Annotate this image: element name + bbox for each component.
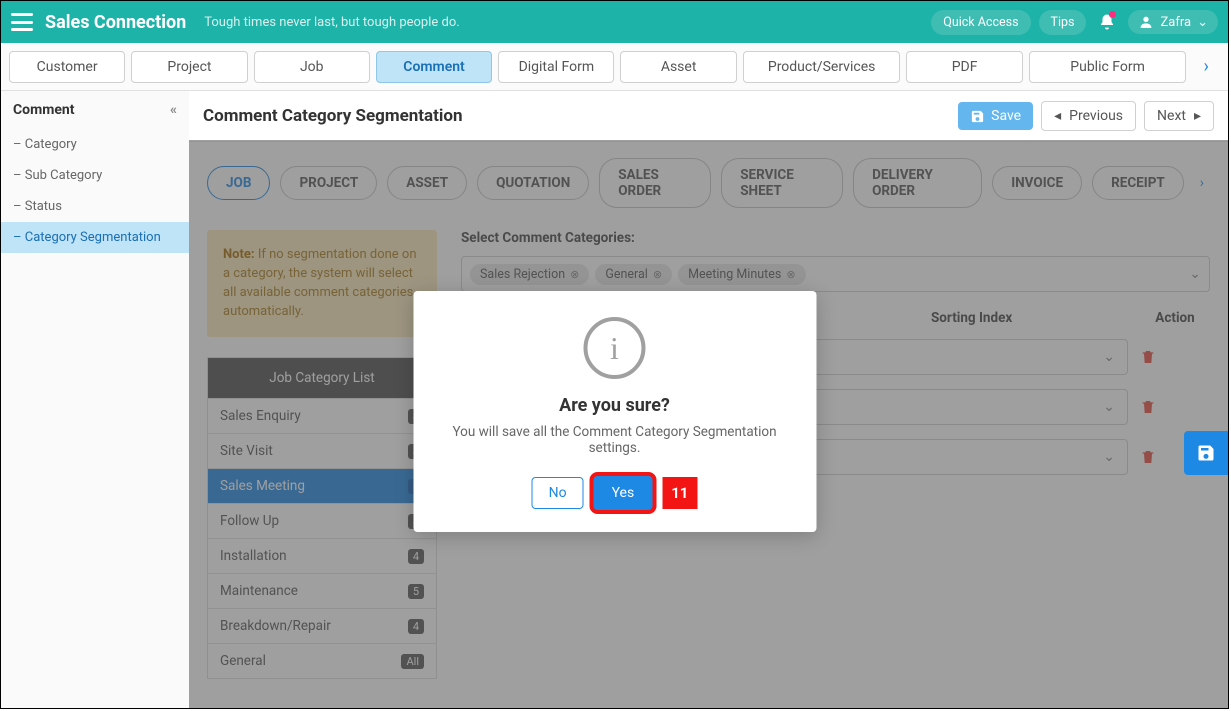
modal-subtitle: You will save all the Comment Category S…: [437, 424, 792, 456]
tips-button[interactable]: Tips: [1039, 10, 1087, 35]
module-tab-customer[interactable]: Customer: [9, 51, 125, 83]
quick-access-button[interactable]: Quick Access: [931, 10, 1030, 35]
confirm-modal: i Are you sure? You will save all the Co…: [413, 291, 816, 532]
annotation-marker: 11: [662, 477, 697, 509]
save-button[interactable]: Save: [958, 102, 1033, 130]
module-tab-public-form[interactable]: Public Form: [1029, 51, 1187, 83]
module-tab-digital-form[interactable]: Digital Form: [498, 51, 614, 83]
nav-item-sub-category[interactable]: – Sub Category: [1, 160, 189, 191]
module-tab-job[interactable]: Job: [254, 51, 370, 83]
app-brand: Sales Connection: [45, 12, 186, 33]
module-tab-product-services[interactable]: Product/Services: [743, 51, 901, 83]
collapse-nav-icon[interactable]: «: [170, 102, 177, 118]
module-tab-comment[interactable]: Comment: [376, 51, 492, 83]
nav-item-category-segmentation[interactable]: – Category Segmentation: [1, 222, 189, 253]
modal-yes-button[interactable]: Yes: [594, 476, 653, 510]
nav-item-status[interactable]: – Status: [1, 191, 189, 222]
hamburger-icon[interactable]: [11, 13, 33, 31]
save-icon: [970, 109, 985, 124]
module-tab-project[interactable]: Project: [131, 51, 247, 83]
user-icon: [1138, 14, 1154, 30]
module-tab-pdf[interactable]: PDF: [906, 51, 1022, 83]
previous-button[interactable]: ◂ Previous: [1041, 101, 1136, 131]
nav-item-category[interactable]: – Category: [1, 129, 189, 160]
left-nav-title: Comment: [13, 102, 74, 118]
user-name: Zafra: [1160, 15, 1191, 30]
save-icon: [1196, 443, 1216, 463]
app-tagline: Tough times never last, but tough people…: [204, 15, 459, 30]
next-button[interactable]: Next ▸: [1144, 101, 1214, 131]
notifications-button[interactable]: [1094, 9, 1120, 35]
chevron-down-icon: ⌄: [1197, 15, 1208, 30]
modal-title: Are you sure?: [437, 395, 792, 416]
user-menu[interactable]: Zafra ⌄: [1128, 10, 1218, 34]
modal-no-button[interactable]: No: [532, 477, 584, 509]
module-scroll-right-button[interactable]: ›: [1192, 52, 1220, 82]
page-title: Comment Category Segmentation: [203, 106, 463, 126]
floating-save-button[interactable]: [1184, 431, 1228, 475]
info-icon: i: [584, 317, 646, 379]
top-bar: Sales Connection Tough times never last,…: [1, 1, 1228, 43]
left-nav: Comment « – Category – Sub Category – St…: [1, 91, 189, 708]
chevron-right-icon: ▸: [1194, 108, 1201, 124]
module-tabs-row: Customer Project Job Comment Digital For…: [1, 43, 1228, 91]
chevron-left-icon: ◂: [1054, 108, 1061, 124]
module-tab-asset[interactable]: Asset: [620, 51, 736, 83]
